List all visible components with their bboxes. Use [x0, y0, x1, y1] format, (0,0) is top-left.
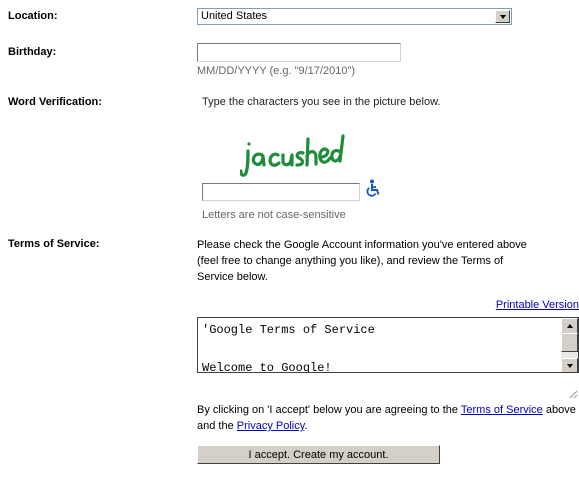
terms-intro-line: Service below.: [197, 271, 268, 283]
captcha-instruction: Type the characters you see in the pictu…: [202, 96, 441, 108]
location-label: Location:: [8, 10, 58, 22]
accept-create-account-button[interactable]: I accept. Create my account.: [197, 445, 440, 464]
terms-label: Terms of Service:: [8, 238, 100, 250]
resize-grip-icon[interactable]: [568, 389, 578, 399]
terms-intro-line: Please check the Google Account informat…: [197, 239, 527, 251]
word-verification-label: Word Verification:: [8, 96, 102, 108]
terms-intro-line: (feel free to change anything you like),…: [197, 255, 504, 267]
terms-of-service-link[interactable]: Terms of Service: [461, 404, 543, 416]
terms-intro: Please check the Google Account informat…: [197, 237, 527, 285]
captcha-input[interactable]: [202, 183, 360, 201]
birthday-hint: MM/DD/YYYY (e.g. "9/17/2010"): [197, 65, 356, 77]
scroll-thumb[interactable]: [561, 333, 578, 352]
agreement-text: By clicking on 'I accept' below you are …: [197, 402, 579, 434]
location-selected-value: United States: [201, 10, 268, 22]
captcha-image: [240, 134, 345, 177]
case-sensitivity-hint: Letters are not case-sensitive: [202, 209, 346, 221]
terms-textarea[interactable]: 'Google Terms of Service Welcome to Goog…: [197, 317, 579, 373]
scroll-down-icon[interactable]: [561, 358, 578, 372]
printable-version-link[interactable]: Printable Version: [496, 299, 579, 311]
scroll-up-icon[interactable]: [561, 318, 578, 334]
location-select[interactable]: United States: [197, 8, 512, 25]
terms-text: 'Google Terms of Service Welcome to Goog…: [202, 323, 375, 373]
birthday-label: Birthday:: [8, 46, 57, 58]
wheelchair-icon[interactable]: [365, 179, 381, 197]
agreement-text-part: By clicking on 'I accept' below you are …: [197, 404, 461, 416]
chevron-down-icon[interactable]: [495, 10, 510, 23]
agreement-text-part: .: [304, 420, 308, 432]
privacy-policy-link[interactable]: Privacy Policy: [237, 420, 305, 432]
terms-scrollbar[interactable]: [561, 318, 578, 372]
birthday-input[interactable]: [197, 43, 401, 62]
